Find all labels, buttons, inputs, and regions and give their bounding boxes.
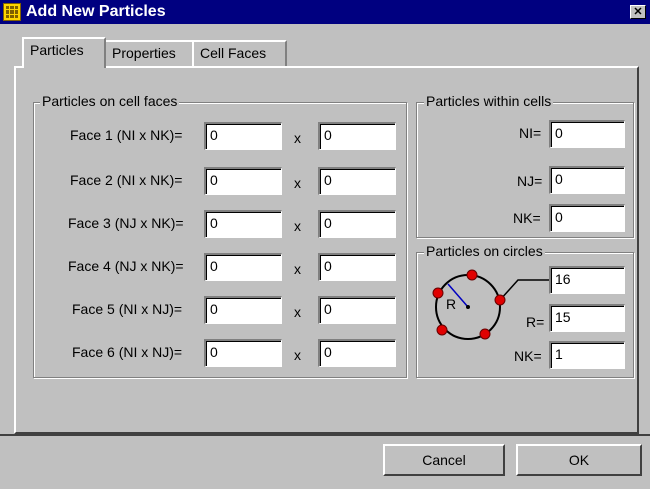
nk-input[interactable]: 0: [549, 204, 625, 232]
close-icon: ✕: [633, 6, 643, 18]
times-label: x: [294, 130, 301, 146]
cancel-button[interactable]: Cancel: [383, 444, 505, 476]
face-6-b-input[interactable]: 0: [318, 339, 396, 367]
circles-legend: Particles on circles: [424, 243, 545, 259]
ni-input[interactable]: 0: [549, 120, 625, 148]
nk-label: NK=: [513, 210, 541, 226]
r-input[interactable]: 15: [549, 304, 625, 332]
tab-particles[interactable]: Particles: [22, 37, 106, 68]
face-5-label: Face 5 (NI x NJ)=: [72, 301, 183, 317]
app-icon: [3, 3, 21, 21]
face-4-b-input[interactable]: 0: [318, 253, 396, 281]
r-label: R=: [526, 314, 545, 330]
tab-label: Properties: [112, 45, 176, 61]
face-1-b-input[interactable]: 0: [318, 122, 396, 150]
face-5-b-input[interactable]: 0: [318, 296, 396, 324]
tab-properties[interactable]: Properties: [104, 40, 194, 66]
face-1-a-input[interactable]: 0: [204, 122, 282, 150]
times-label: x: [294, 304, 301, 320]
face-2-label: Face 2 (NI x NK)=: [70, 172, 183, 188]
tab-label: Particles: [30, 42, 84, 58]
circle-nk-label: NK=: [514, 348, 542, 364]
face-6-a-input[interactable]: 0: [204, 339, 282, 367]
times-label: x: [294, 218, 301, 234]
face-5-a-input[interactable]: 0: [204, 296, 282, 324]
tab-label: Cell Faces: [200, 45, 267, 61]
face-3-b-input[interactable]: 0: [318, 210, 396, 238]
nj-label: NJ=: [517, 173, 543, 189]
circle-diagram-icon: R: [432, 269, 552, 340]
radius-label: R: [446, 296, 456, 312]
face-3-label: Face 3 (NJ x NK)=: [68, 215, 184, 231]
times-label: x: [294, 347, 301, 363]
ok-button[interactable]: OK: [516, 444, 642, 476]
tab-cell-faces[interactable]: Cell Faces: [192, 40, 287, 66]
face-4-a-input[interactable]: 0: [204, 253, 282, 281]
face-1-label: Face 1 (NI x NK)=: [70, 127, 183, 143]
face-6-label: Face 6 (NI x NJ)=: [72, 344, 183, 360]
face-4-label: Face 4 (NJ x NK)=: [68, 258, 184, 274]
ni-label: NI=: [519, 125, 542, 141]
close-button[interactable]: ✕: [630, 5, 646, 19]
face-2-a-input[interactable]: 0: [204, 167, 282, 195]
divider: [0, 434, 650, 436]
times-label: x: [294, 261, 301, 277]
face-3-a-input[interactable]: 0: [204, 210, 282, 238]
nj-input[interactable]: 0: [549, 166, 625, 194]
circle-nk-input[interactable]: 1: [549, 341, 625, 369]
within-cells-legend: Particles within cells: [424, 93, 554, 109]
circle-count-input[interactable]: 16: [549, 266, 625, 294]
window-title: Add New Particles: [26, 3, 166, 20]
times-label: x: [294, 175, 301, 191]
cell-faces-legend: Particles on cell faces: [40, 93, 180, 109]
face-2-b-input[interactable]: 0: [318, 167, 396, 195]
